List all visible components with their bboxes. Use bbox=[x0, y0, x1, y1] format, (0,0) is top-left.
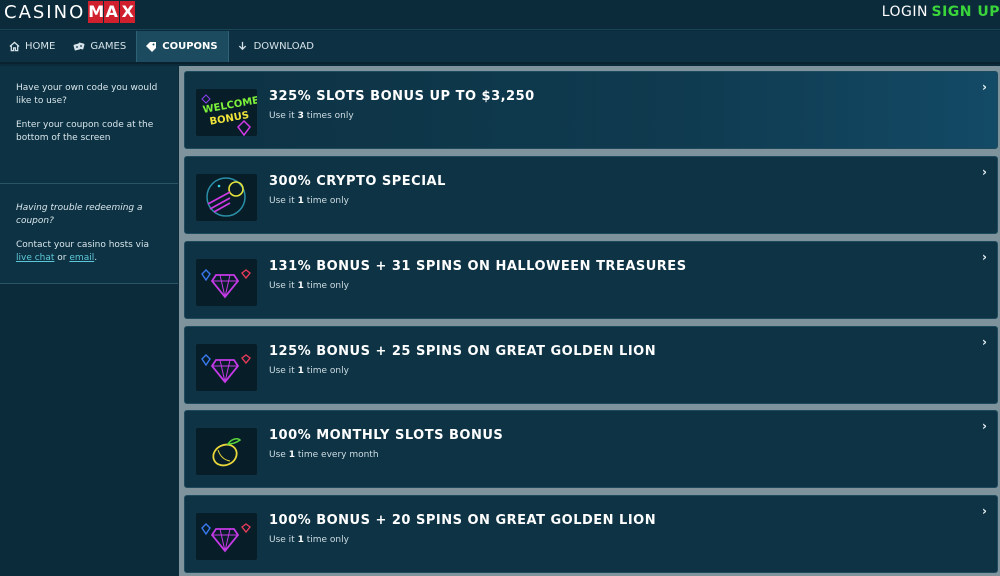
crypto-coin-icon bbox=[196, 174, 257, 221]
chevron-right-icon: › bbox=[982, 504, 987, 518]
gems-icon bbox=[196, 259, 257, 306]
coupon-icon bbox=[145, 41, 157, 53]
usage-prefix: Use bbox=[269, 450, 286, 460]
period-text: . bbox=[94, 253, 98, 263]
coupon-card[interactable]: WELCOME BONUS 325% SLOTS BONUS UP TO $3,… bbox=[184, 71, 998, 149]
live-chat-link[interactable]: live chat bbox=[16, 253, 54, 263]
coupon-card[interactable]: 125% BONUS + 25 SPINS ON GREAT GOLDEN LI… bbox=[184, 326, 998, 404]
usage-suffix: time only bbox=[306, 281, 349, 291]
email-link[interactable]: email bbox=[69, 253, 94, 263]
contact-text: Contact your casino hosts via live chat … bbox=[16, 239, 162, 265]
welcome-bonus-icon: WELCOME BONUS bbox=[196, 89, 257, 136]
coupon-usage: Use it 1 time only bbox=[269, 366, 349, 376]
coupon-usage: Use it 1 time only bbox=[269, 196, 349, 206]
redeem-help: Having trouble redeeming a coupon? Conta… bbox=[0, 184, 178, 284]
logo-text: CASINO bbox=[4, 1, 86, 23]
usage-suffix: times only bbox=[306, 111, 354, 121]
coupon-card[interactable]: 100% MONTHLY SLOTS BONUS Use 1 time ever… bbox=[184, 410, 998, 488]
usage-count: 1 bbox=[297, 281, 304, 291]
usage-prefix: Use it bbox=[269, 196, 295, 206]
games-icon bbox=[73, 41, 85, 53]
trouble-text: Having trouble redeeming a coupon? bbox=[16, 203, 143, 226]
chevron-right-icon: › bbox=[982, 165, 987, 179]
coupon-code-help: Have your own code you would like to use… bbox=[0, 66, 178, 184]
usage-prefix: Use it bbox=[269, 366, 295, 376]
signup-link[interactable]: SIGN UP bbox=[931, 4, 1000, 20]
chevron-right-icon: › bbox=[982, 419, 987, 433]
home-icon bbox=[8, 41, 20, 53]
usage-prefix: Use it bbox=[269, 111, 295, 121]
logo-letter: X bbox=[120, 1, 136, 23]
usage-suffix: time only bbox=[306, 535, 349, 545]
nav-download-label: DOWNLOAD bbox=[253, 41, 314, 52]
coupon-usage: Use it 1 time only bbox=[269, 535, 349, 545]
nav-home[interactable]: HOME bbox=[0, 31, 65, 62]
coupon-title: 300% CRYPTO SPECIAL bbox=[269, 174, 446, 189]
gems-icon bbox=[196, 344, 257, 391]
chevron-right-icon: › bbox=[982, 335, 987, 349]
nav-games[interactable]: GAMES bbox=[65, 31, 136, 62]
coupon-title: 131% BONUS + 31 SPINS ON HALLOWEEN TREAS… bbox=[269, 259, 687, 274]
usage-suffix: time only bbox=[306, 196, 349, 206]
logo-letter: M bbox=[88, 1, 105, 23]
login-link[interactable]: LOGIN bbox=[882, 4, 928, 20]
nav-coupons[interactable]: COUPONS bbox=[136, 31, 229, 62]
coupon-card[interactable]: 131% BONUS + 31 SPINS ON HALLOWEEN TREAS… bbox=[184, 241, 998, 319]
coupon-title: 125% BONUS + 25 SPINS ON GREAT GOLDEN LI… bbox=[269, 344, 657, 359]
coupon-list: WELCOME BONUS 325% SLOTS BONUS UP TO $3,… bbox=[179, 66, 1000, 576]
logo-badge: M A X bbox=[87, 1, 136, 23]
nav-download[interactable]: DOWNLOAD bbox=[229, 31, 324, 62]
top-bar: CASINO M A X LOGIN SIGN UP bbox=[0, 0, 1000, 30]
download-icon bbox=[237, 41, 249, 53]
lemon-icon bbox=[196, 428, 257, 475]
nav-games-label: GAMES bbox=[90, 41, 127, 52]
coupon-usage: Use 1 time every month bbox=[269, 450, 379, 460]
usage-suffix: time every month bbox=[297, 450, 379, 460]
usage-count: 1 bbox=[297, 535, 304, 545]
usage-count: 3 bbox=[297, 111, 304, 121]
sidebar: Have your own code you would like to use… bbox=[0, 66, 178, 576]
coupon-card[interactable]: 100% BONUS + 20 SPINS ON GREAT GOLDEN LI… bbox=[184, 495, 998, 573]
usage-count: 1 bbox=[297, 366, 304, 376]
coupon-usage: Use it 1 time only bbox=[269, 281, 349, 291]
logo-letter: A bbox=[104, 1, 120, 23]
coupon-title: 100% BONUS + 20 SPINS ON GREAT GOLDEN LI… bbox=[269, 513, 657, 528]
or-text: or bbox=[57, 253, 67, 263]
gems-icon bbox=[196, 513, 257, 560]
main-nav: HOME GAMES COUPONS DOWNLOAD bbox=[0, 31, 1000, 64]
coupon-card[interactable]: 300% CRYPTO SPECIAL Use it 1 time only › bbox=[184, 156, 998, 234]
usage-prefix: Use it bbox=[269, 281, 295, 291]
usage-count: 1 bbox=[297, 196, 304, 206]
coupon-title: 100% MONTHLY SLOTS BONUS bbox=[269, 428, 504, 443]
own-code-text: Have your own code you would like to use… bbox=[16, 83, 158, 106]
contact-prefix: Contact your casino hosts via bbox=[16, 240, 150, 250]
chevron-right-icon: › bbox=[982, 80, 987, 94]
chevron-right-icon: › bbox=[982, 250, 987, 264]
usage-suffix: time only bbox=[306, 366, 349, 376]
usage-prefix: Use it bbox=[269, 535, 295, 545]
enter-code-text: Enter your coupon code at the bottom of … bbox=[16, 120, 154, 143]
nav-home-label: HOME bbox=[25, 41, 56, 52]
coupon-title: 325% SLOTS BONUS UP TO $3,250 bbox=[269, 89, 535, 104]
nav-coupons-label: COUPONS bbox=[162, 41, 218, 52]
coupon-usage: Use it 3 times only bbox=[269, 111, 354, 121]
usage-count: 1 bbox=[288, 450, 295, 460]
casino-max-logo[interactable]: CASINO M A X bbox=[4, 1, 136, 23]
